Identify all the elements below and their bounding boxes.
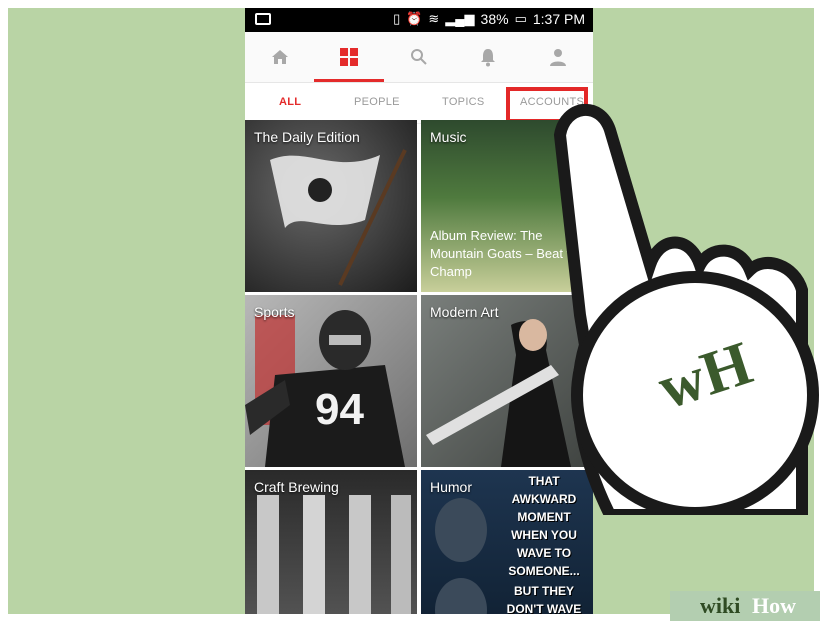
tile-label: Craft Brewing	[254, 479, 339, 495]
tile-label: Modern Art	[430, 304, 499, 320]
battery-percent: 38%	[480, 11, 509, 27]
notification-icon	[255, 13, 271, 25]
watermark-how: How	[752, 593, 796, 618]
tile-label: The Daily Edition	[254, 129, 360, 145]
wifi-icon: ≋	[428, 11, 440, 26]
tile-sports[interactable]: 94 Sports	[245, 295, 417, 467]
tile-daily-edition[interactable]: The Daily Edition	[245, 120, 417, 292]
search-icon[interactable]	[399, 42, 439, 72]
football-player-image	[245, 310, 405, 467]
nav-active-indicator	[314, 79, 384, 82]
wikihow-watermark: wiki How	[670, 591, 820, 621]
meme-bottom-text: BUT THEY DON'T WAVE	[506, 584, 582, 614]
top-nav	[245, 32, 593, 83]
pointing-hand-icon	[553, 104, 819, 515]
tab-all[interactable]: ALL	[279, 96, 301, 108]
tile-craft-brewing[interactable]: Craft Brewing	[245, 470, 417, 614]
tile-label: Music	[430, 129, 467, 145]
tab-people[interactable]: PEOPLE	[354, 96, 400, 108]
home-icon[interactable]	[260, 42, 300, 72]
tab-topics[interactable]: TOPICS	[442, 96, 485, 108]
battery-icon: ▭	[514, 11, 527, 26]
status-bar: ▯ ⏰ ≋ ▂▄▆ 38% ▭ 1:37 PM	[245, 8, 593, 32]
tile-label: Sports	[254, 304, 295, 320]
flag-image	[270, 149, 407, 286]
alarm-icon: ⏰	[406, 11, 423, 26]
clock: 1:37 PM	[532, 11, 585, 27]
grid-icon[interactable]	[329, 42, 369, 72]
vibrate-icon: ▯	[393, 11, 401, 26]
bell-icon[interactable]	[468, 42, 508, 72]
jersey-number: 94	[315, 385, 364, 434]
profile-icon[interactable]	[538, 42, 578, 72]
watermark-wiki: wiki	[700, 593, 741, 618]
signal-icon: ▂▄▆	[445, 11, 475, 26]
tile-label: Humor	[430, 479, 473, 495]
